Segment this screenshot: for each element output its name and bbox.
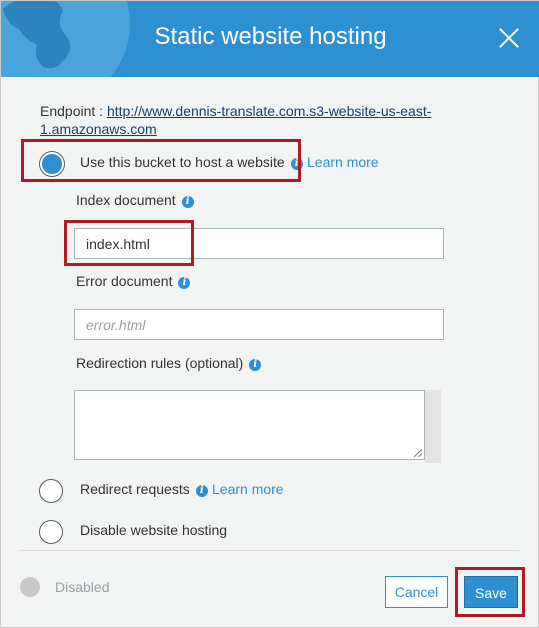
error-document-input[interactable]: error.html	[74, 309, 444, 340]
textarea-scrollbar[interactable]	[425, 390, 441, 463]
host-website-option: Use this bucket to host a website i	[80, 154, 303, 170]
endpoint-label: Endpoint :	[40, 103, 107, 119]
redirect-requests-label: Redirect requests	[80, 481, 190, 497]
footer-divider	[19, 550, 519, 551]
redirect-learn-more-link[interactable]: Learn more	[212, 481, 284, 497]
disable-hosting-radio[interactable]	[39, 520, 63, 544]
info-icon[interactable]: i	[249, 359, 262, 371]
status-text: Disabled	[55, 579, 110, 595]
index-document-value: index.html	[86, 236, 150, 252]
endpoint: Endpoint : http://www.dennis-translate.c…	[40, 102, 460, 138]
index-document-field-label: Index document i	[76, 192, 194, 208]
index-document-input[interactable]: index.html	[74, 228, 444, 259]
info-icon[interactable]: i	[178, 277, 191, 289]
close-icon[interactable]	[498, 27, 520, 49]
host-website-label: Use this bucket to host a website	[80, 154, 285, 170]
dialog-header: Static website hosting	[1, 1, 539, 77]
host-learn-more-link[interactable]: Learn more	[307, 154, 379, 170]
info-icon[interactable]: i	[290, 158, 303, 170]
redirection-rules-textarea[interactable]	[74, 390, 425, 460]
host-website-radio[interactable]	[40, 152, 64, 176]
info-icon[interactable]: i	[195, 485, 208, 497]
resize-handle[interactable]	[414, 449, 422, 457]
save-button[interactable]: Save	[464, 576, 518, 608]
cancel-button[interactable]: Cancel	[385, 576, 448, 608]
redirect-requests-radio[interactable]	[39, 479, 63, 503]
error-document-field-label: Error document i	[76, 273, 191, 289]
error-document-label: Error document	[76, 273, 173, 289]
info-icon[interactable]: i	[181, 196, 194, 208]
index-document-label: Index document	[76, 192, 176, 208]
disable-hosting-label: Disable website hosting	[80, 522, 228, 538]
error-document-placeholder: error.html	[86, 317, 146, 333]
redirection-rules-field-label: Redirection rules (optional) i	[76, 355, 262, 371]
redirect-requests-option: Redirect requests i	[80, 481, 208, 497]
redirection-rules-label: Redirection rules (optional)	[76, 355, 244, 371]
dialog-title: Static website hosting	[154, 23, 387, 50]
static-website-hosting-dialog: Static website hosting Endpoint : http:/…	[0, 0, 539, 628]
status-indicator-icon	[20, 577, 40, 597]
